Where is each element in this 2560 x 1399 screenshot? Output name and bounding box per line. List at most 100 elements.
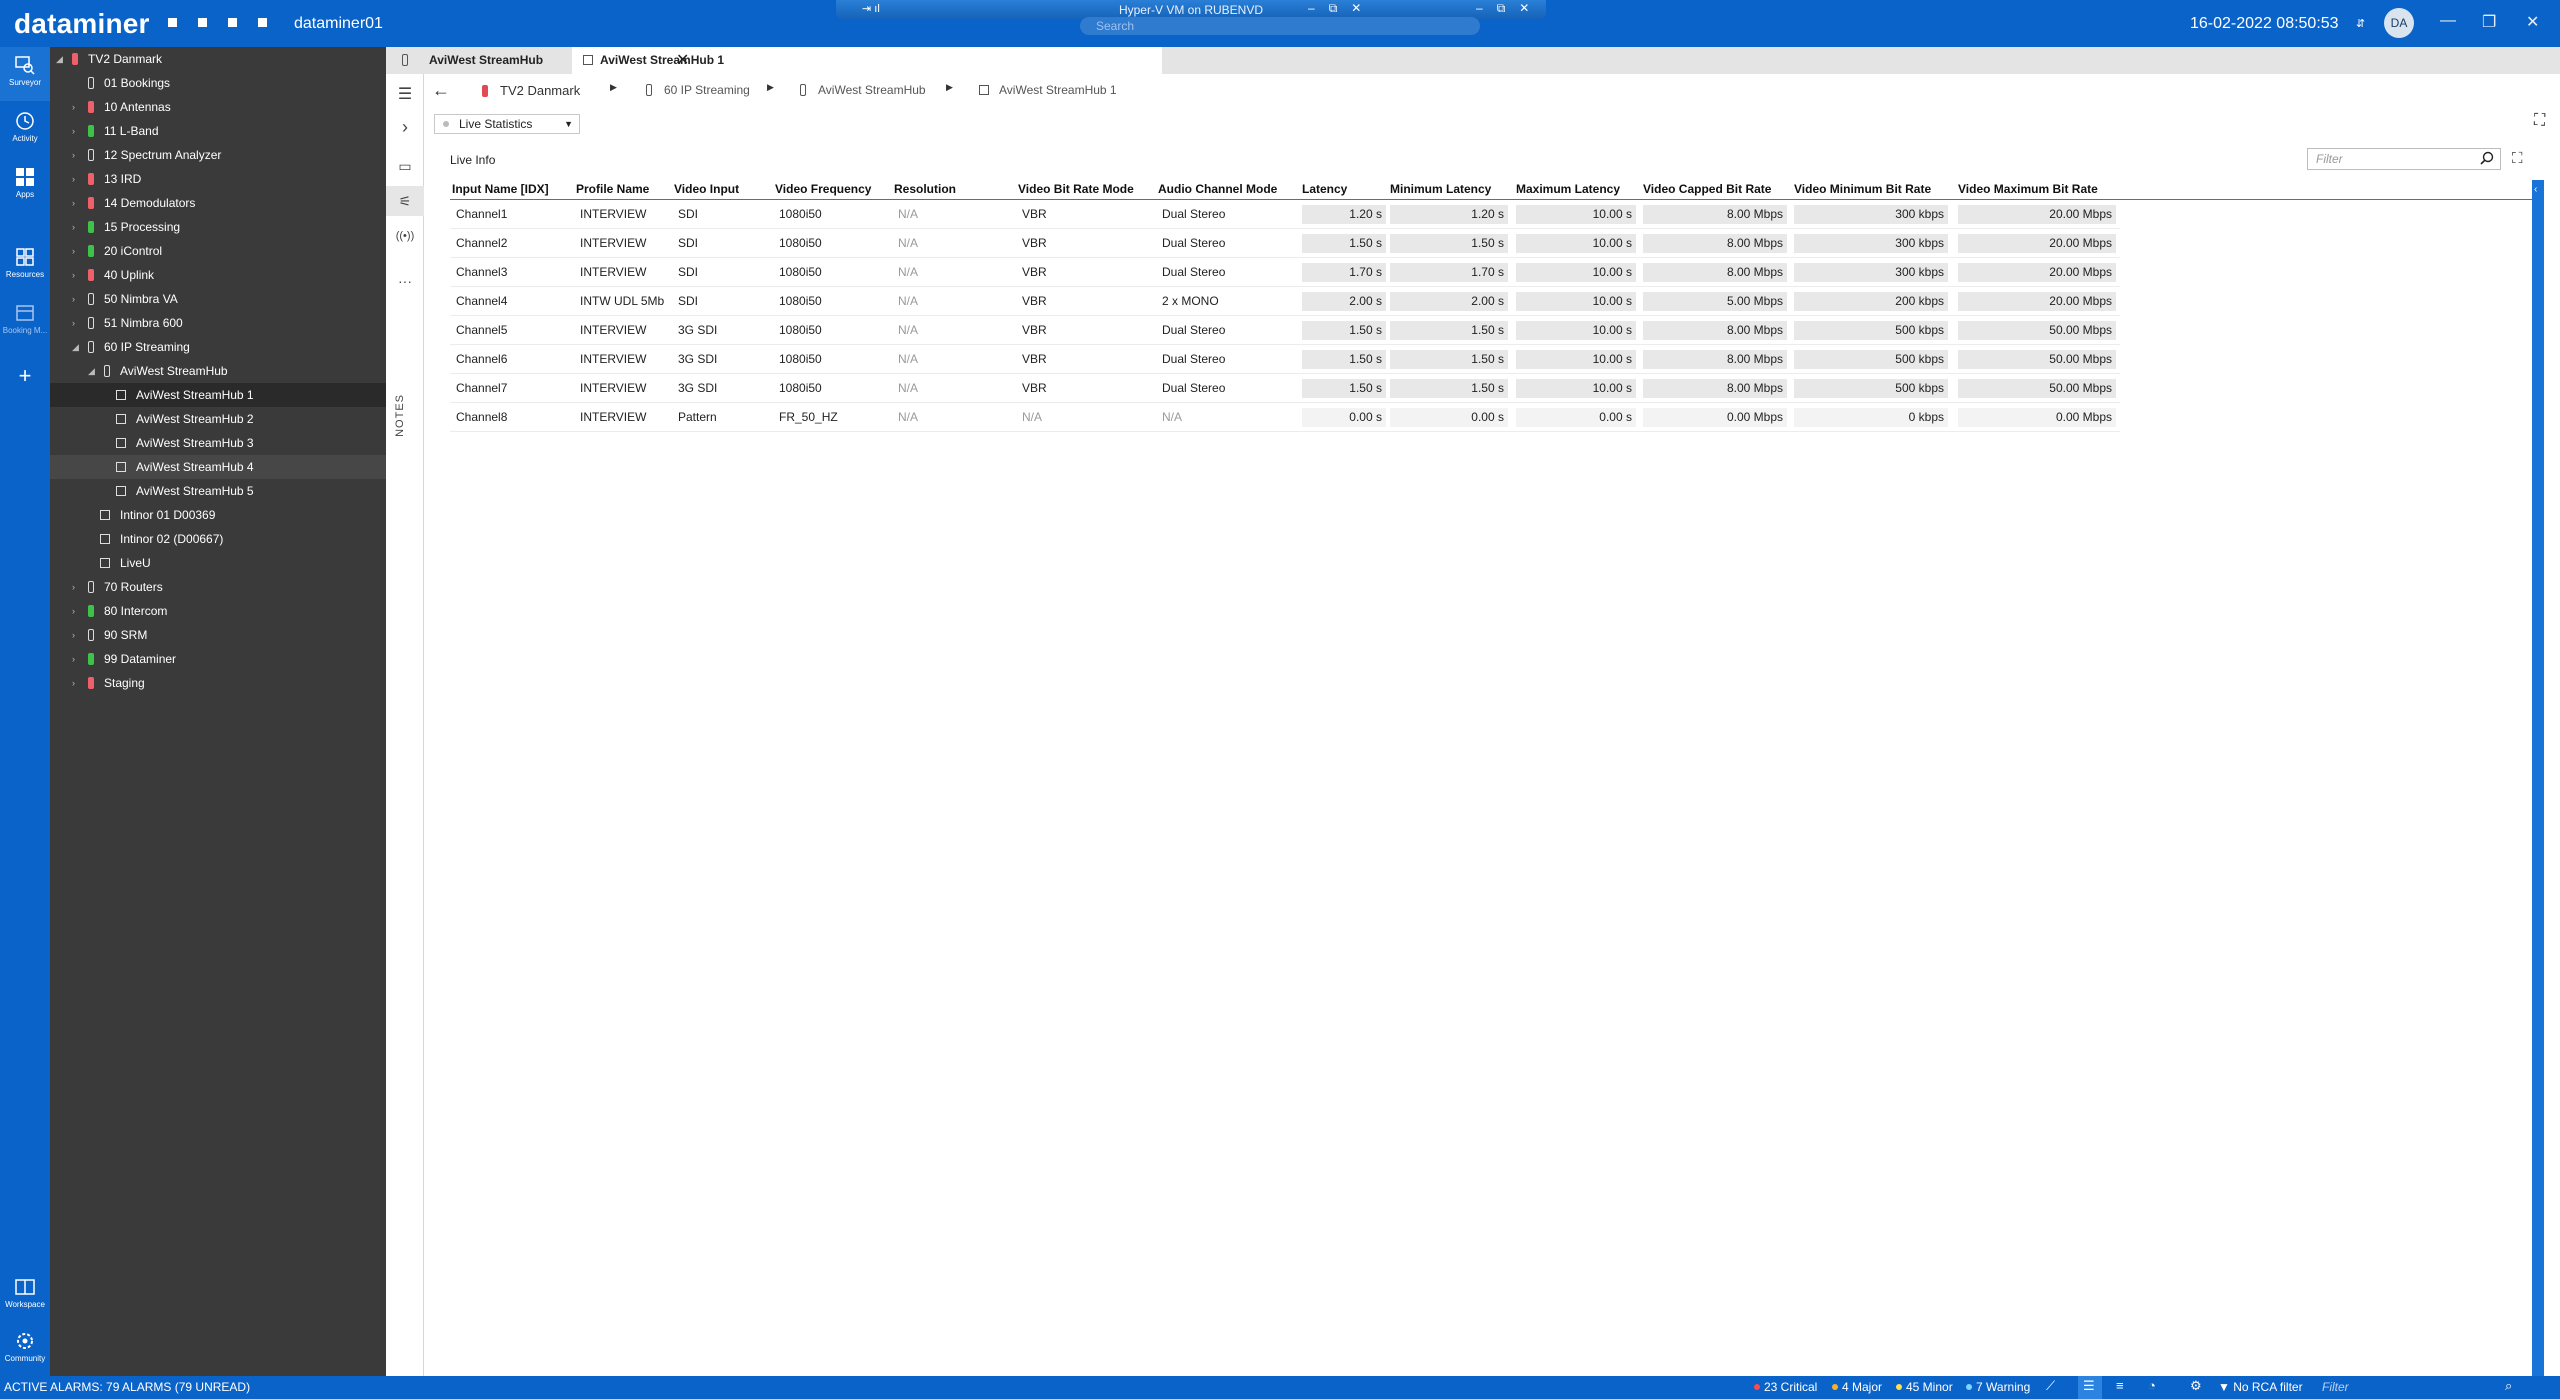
expand-arrow-icon[interactable]: › [72, 167, 75, 191]
expand-arrow-icon[interactable]: › [72, 95, 75, 119]
rail-resources[interactable]: Resources [0, 239, 50, 293]
close-tab-icon[interactable]: ✕ [676, 47, 689, 74]
tree-item[interactable]: AviWest StreamHub 2 [50, 407, 386, 431]
tree-item[interactable]: LiveU [50, 551, 386, 575]
breadcrumb-item[interactable]: AviWest StreamHub [800, 83, 926, 97]
minimize-icon[interactable]: – [1308, 1, 1315, 16]
tree-item[interactable]: › Staging [50, 671, 386, 695]
close-icon[interactable]: ✕ [1519, 1, 1529, 16]
pie-icon[interactable]: ◔ [2148, 1378, 2156, 1393]
hyperv-window-controls-right[interactable]: – ⧉ ✕ [1476, 1, 1529, 16]
expand-arrow-icon[interactable]: › [72, 263, 75, 287]
breadcrumb-separator-icon[interactable]: ▶ [767, 82, 774, 93]
app-square-icon[interactable] [258, 18, 267, 27]
breadcrumb-separator-icon[interactable]: ▶ [946, 82, 953, 93]
tree-item[interactable]: › 99 Dataminer [50, 647, 386, 671]
more-icon[interactable]: ··· [386, 272, 424, 294]
tree-item[interactable]: AviWest StreamHub 4 [50, 455, 386, 479]
tree-item[interactable]: › 13 IRD [50, 167, 386, 191]
tab-aviwest-streamhub[interactable]: AviWest StreamHub [386, 47, 572, 74]
app-switcher[interactable] [168, 18, 267, 27]
tree-item[interactable]: 01 Bookings [50, 71, 386, 95]
column-header[interactable]: Latency [1302, 182, 1347, 200]
table-row[interactable]: Channel6 INTERVIEW 3G SDI 1080i50 N/A VBR Dual… [450, 345, 2120, 374]
plus-icon[interactable]: + [19, 363, 32, 388]
parameters-sliders-icon[interactable]: ⚟ [386, 186, 424, 216]
broadcast-icon[interactable]: ((•)) [386, 222, 424, 250]
search-icon[interactable]: ⌕ [2505, 1378, 2512, 1394]
hamburger-menu-icon[interactable]: ☰ [386, 84, 424, 104]
tree-item[interactable]: ◢ AviWest StreamHub [50, 359, 386, 383]
rail-add-button[interactable]: + [0, 359, 50, 393]
restore-icon[interactable]: ⧉ [1329, 1, 1338, 16]
close-icon[interactable]: ✕ [1351, 1, 1361, 16]
column-header[interactable]: Video Minimum Bit Rate [1794, 182, 1931, 200]
chevron-right-icon[interactable]: › [386, 112, 424, 142]
rail-apps[interactable]: Apps [0, 159, 50, 213]
sort-lines-icon[interactable]: ≡ [2116, 1378, 2124, 1393]
expand-arrow-icon[interactable]: › [72, 311, 75, 335]
expand-arrow-icon[interactable]: › [72, 623, 75, 647]
expand-icon[interactable]: ⛶ [2534, 112, 2552, 130]
column-header[interactable]: Maximum Latency [1516, 182, 1620, 200]
collapse-arrow-icon[interactable]: ◢ [72, 335, 79, 359]
expand-arrow-icon[interactable]: › [72, 647, 75, 671]
tree-item[interactable]: › 14 Demodulators [50, 191, 386, 215]
table-row[interactable]: Channel1 INTERVIEW SDI 1080i50 N/A VBR Dual St… [450, 200, 2120, 229]
active-alarms-summary[interactable]: ACTIVE ALARMS: 79 ALARMS (79 UNREAD) [4, 1380, 250, 1394]
back-arrow-icon[interactable]: ← [432, 80, 450, 101]
column-header[interactable]: Audio Channel Mode [1158, 182, 1277, 200]
tree-item[interactable]: Intinor 02 (D00667) [50, 527, 386, 551]
maximize-icon[interactable]: ❐ [2482, 12, 2496, 32]
tree-item[interactable]: › 11 L-Band [50, 119, 386, 143]
table-row[interactable]: Channel3 INTERVIEW SDI 1080i50 N/A VBR Dual St… [450, 258, 2120, 287]
expand-arrow-icon[interactable]: › [72, 119, 75, 143]
expand-arrow-icon[interactable]: › [72, 287, 75, 311]
tree-item[interactable]: ◢ 60 IP Streaming [50, 335, 386, 359]
table-row[interactable]: Channel5 INTERVIEW 3G SDI 1080i50 N/A VBR Dual… [450, 316, 2120, 345]
app-square-icon[interactable] [168, 18, 177, 27]
settings-icon[interactable]: ⚙ [2190, 1378, 2202, 1394]
expand-arrow-icon[interactable]: › [72, 599, 75, 623]
column-header[interactable]: Video Bit Rate Mode [1018, 182, 1134, 200]
tree-item[interactable]: AviWest StreamHub 1 [50, 383, 386, 407]
tree-item[interactable]: › 12 Spectrum Analyzer [50, 143, 386, 167]
table-filter-input[interactable]: Filter [2307, 148, 2501, 170]
user-avatar[interactable]: DA [2384, 8, 2414, 38]
search-icon[interactable] [2480, 151, 2494, 165]
minor-count[interactable]: 45 Minor [1896, 1380, 1953, 1394]
collapse-arrow-icon[interactable]: ◢ [56, 47, 63, 71]
sort-icon[interactable]: ⇵ [2356, 17, 2365, 30]
expand-arrow-icon[interactable]: › [72, 215, 75, 239]
breadcrumb-item[interactable]: TV2 Danmark [482, 83, 580, 98]
tree-item[interactable]: ◢ TV2 Danmark [50, 47, 386, 71]
close-icon[interactable]: ✕ [2526, 12, 2539, 32]
monitor-icon[interactable]: ▭ [386, 152, 424, 180]
tree-item[interactable]: › 51 Nimbra 600 [50, 311, 386, 335]
breadcrumb-item[interactable]: 60 IP Streaming [646, 83, 750, 97]
rail-community[interactable]: Community [0, 1323, 50, 1377]
global-search-input[interactable]: Search [1080, 17, 1480, 35]
minimize-icon[interactable]: — [2440, 12, 2456, 30]
hyperv-window-controls-left[interactable]: – ⧉ ✕ [1308, 1, 1361, 16]
minimize-icon[interactable]: – [1476, 1, 1483, 16]
expand-arrow-icon[interactable]: › [72, 143, 75, 167]
tree-item[interactable]: AviWest StreamHub 5 [50, 479, 386, 503]
expand-arrow-icon[interactable]: › [72, 239, 75, 263]
page-select-dropdown[interactable]: Live Statistics ▼ [434, 114, 580, 134]
table-row[interactable]: Channel7 INTERVIEW 3G SDI 1080i50 N/A VBR Dual… [450, 374, 2120, 403]
rca-filter[interactable]: ▼ No RCA filter [2218, 1380, 2303, 1394]
critical-count[interactable]: 23 Critical [1754, 1380, 1817, 1394]
column-header[interactable]: Video Input [674, 182, 739, 200]
tab-aviwest-streamhub-1[interactable]: AviWest StreamHub 1 ✕ [572, 47, 1162, 74]
tree-item[interactable]: › 70 Routers [50, 575, 386, 599]
trend-icon[interactable]: ⟋ [2046, 1378, 2055, 1394]
expand-arrow-icon[interactable]: › [72, 671, 75, 695]
tree-item[interactable]: › 15 Processing [50, 215, 386, 239]
rail-workspace[interactable]: Workspace [0, 1269, 50, 1323]
column-header[interactable]: Video Maximum Bit Rate [1958, 182, 2098, 200]
restore-icon[interactable]: ⧉ [1497, 1, 1506, 16]
warning-count[interactable]: 7 Warning [1966, 1380, 2030, 1394]
table-row[interactable]: Channel4 INTW UDL 5Mb SDI 1080i50 N/A VBR 2 x … [450, 287, 2120, 316]
side-panel-toggle[interactable]: ‹ [2532, 180, 2544, 1376]
